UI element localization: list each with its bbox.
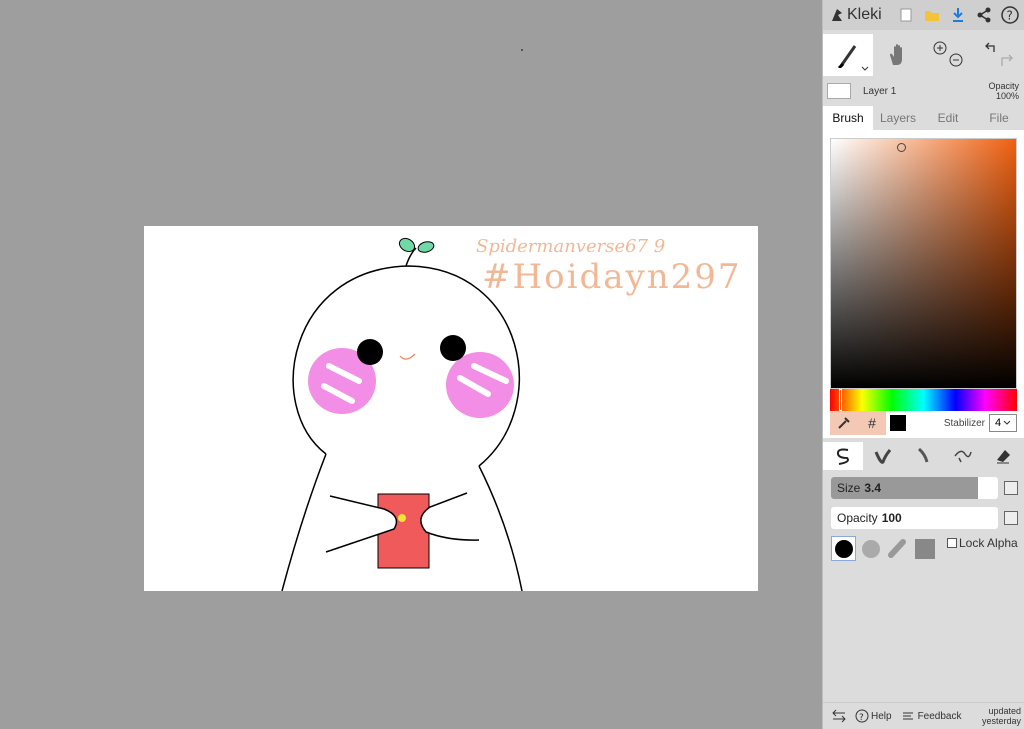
pen-brush-icon — [836, 448, 849, 465]
eyedropper-icon — [838, 417, 850, 429]
lock-alpha-label: Lock Alpha — [959, 536, 1018, 550]
top-bar: Kleki ? — [823, 0, 1024, 30]
brush-type-row — [823, 442, 1024, 470]
brush-icon — [837, 45, 857, 68]
svg-text:?: ? — [1007, 9, 1013, 23]
svg-text:?: ? — [859, 713, 864, 723]
swap-arrows-icon — [832, 709, 846, 723]
layer-thumbnail[interactable] — [827, 83, 851, 99]
feedback-label: Feedback — [917, 710, 962, 722]
updated-line-2: yesterday — [981, 716, 1021, 726]
eraser-icon — [997, 450, 1010, 464]
color-picker: # Stabilizer 4 — [823, 130, 1024, 438]
brush-shape-row — [831, 536, 937, 561]
hand-tool-button[interactable] — [873, 34, 923, 76]
blend-brush-button[interactable] — [863, 442, 903, 470]
undo-redo-buttons[interactable] — [973, 34, 1023, 76]
tab-brush[interactable]: Brush — [823, 106, 873, 130]
lock-alpha-checkbox[interactable]: Lock Alpha — [947, 536, 1018, 550]
sv-cursor[interactable] — [897, 143, 906, 152]
sketchy-brush-button[interactable] — [903, 442, 943, 470]
opacity-slider-text: Opacity 100 — [837, 511, 902, 525]
round-shape-icon — [834, 539, 853, 558]
workspace-speck — [521, 49, 523, 51]
canvas-signature-text: Spidermanverse67 9 — [476, 236, 665, 257]
layer-name: Layer 1 — [863, 85, 897, 97]
feedback-icon — [902, 712, 913, 720]
chevron-down-icon — [861, 66, 869, 71]
hand-icon — [890, 44, 902, 65]
size-pressure-toggle[interactable] — [1004, 481, 1018, 495]
help-circle-icon: ? — [855, 709, 869, 723]
tab-layers[interactable]: Layers — [873, 106, 923, 130]
eyedropper-button[interactable] — [830, 411, 858, 435]
chisel-shape-icon — [887, 538, 906, 558]
pen-brush-button[interactable] — [823, 442, 863, 470]
chevron-down-icon — [1003, 420, 1011, 425]
brush-tool-button[interactable] — [823, 34, 873, 76]
stabilizer-select[interactable]: 4 — [989, 414, 1017, 432]
bottom-bar: ? Help Feedback updated yesterday — [823, 702, 1024, 729]
current-color-swatch[interactable] — [890, 415, 906, 431]
tab-file[interactable]: File — [973, 106, 1024, 130]
eraser-button[interactable] — [983, 442, 1023, 470]
pixel-brush-icon — [954, 450, 972, 463]
panel-tabs: Brush Layers Edit File — [823, 106, 1024, 130]
tab-edit[interactable]: Edit — [923, 106, 973, 130]
opacity-value: 100 — [881, 511, 902, 525]
hex-input-button[interactable]: # — [858, 411, 886, 435]
updated-line-1: updated — [988, 706, 1021, 716]
zoom-in-out-icon — [933, 41, 963, 67]
new-file-icon[interactable] — [893, 1, 919, 29]
zoom-buttons[interactable] — [923, 34, 973, 76]
tool-panel: Kleki ? Layer 1 Opacity 100% Brush Layer… — [822, 0, 1024, 729]
help-link[interactable]: ? Help — [855, 709, 892, 723]
kleki-logo-icon — [832, 9, 842, 21]
square-shape-icon — [914, 538, 935, 559]
chisel-shape-button[interactable] — [885, 536, 910, 561]
pixel-brush-button[interactable] — [943, 442, 983, 470]
size-slider-text: Size 3.4 — [837, 481, 881, 495]
help-icon[interactable]: ? — [997, 1, 1023, 29]
download-icon[interactable] — [945, 1, 971, 29]
size-slider[interactable]: Size 3.4 — [831, 477, 998, 499]
drawing-artwork: Spidermanverse67 9 #Hoidayn297 — [281, 236, 742, 591]
layer-row[interactable]: Layer 1 Opacity 100% — [823, 78, 1024, 104]
app-name: Kleki — [847, 6, 882, 23]
opacity-slider[interactable]: Opacity 100 — [831, 507, 998, 529]
updated-info: updated yesterday — [982, 706, 1021, 726]
share-icon[interactable] — [971, 1, 997, 29]
lock-alpha-box[interactable] — [947, 538, 957, 548]
size-value: 3.4 — [864, 481, 882, 495]
feedback-link[interactable]: Feedback — [902, 710, 962, 722]
hue-marker[interactable] — [839, 389, 842, 411]
saturation-value-box[interactable] — [830, 138, 1017, 389]
blend-brush-icon — [874, 449, 892, 464]
drawing-canvas[interactable]: Spidermanverse67 9 #Hoidayn297 — [144, 226, 758, 591]
layer-opacity-value: 100% — [995, 91, 1019, 101]
undo-redo-icon — [985, 42, 1013, 66]
hue-slider[interactable] — [830, 389, 1017, 411]
square-shape-button[interactable] — [912, 536, 937, 561]
canvas-workspace[interactable]: Spidermanverse67 9 #Hoidayn297 — [0, 0, 822, 729]
round-shape-button[interactable] — [831, 536, 856, 561]
tool-row — [823, 34, 1024, 76]
soft-shape-icon — [861, 539, 880, 558]
canvas-hashtag-text: #Hoidayn297 — [482, 257, 742, 297]
layer-opacity: Opacity 100% — [988, 81, 1019, 101]
help-label: Help — [871, 710, 892, 722]
swap-side-button[interactable] — [831, 709, 847, 723]
layer-opacity-label: Opacity — [988, 81, 1019, 91]
soft-shape-button[interactable] — [858, 536, 883, 561]
opacity-label: Opacity — [837, 511, 878, 525]
opacity-pressure-toggle[interactable] — [1004, 511, 1018, 525]
stabilizer-value: 4 — [994, 417, 1002, 429]
stabilizer-label: Stabilizer — [943, 417, 985, 429]
kleki-logo[interactable]: Kleki — [823, 6, 893, 24]
sketchy-brush-icon — [918, 447, 929, 463]
size-label: Size — [837, 481, 861, 495]
open-folder-icon[interactable] — [919, 1, 945, 29]
color-tools: # Stabilizer 4 — [830, 411, 1017, 435]
